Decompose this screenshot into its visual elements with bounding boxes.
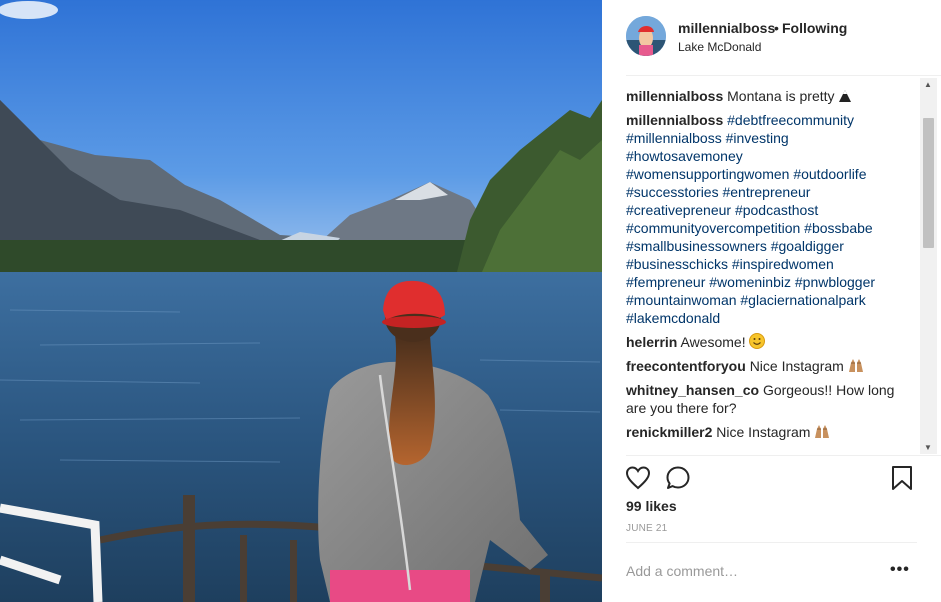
comment-box-divider	[626, 542, 917, 543]
comments-list: millennialboss Montana is pretty millenn…	[602, 78, 922, 454]
post-actions	[602, 458, 941, 498]
caption-text: Montana is pretty	[727, 88, 839, 104]
hashtag-link[interactable]: #businesschicks #inspiredwomen	[626, 255, 896, 273]
mountain-icon	[838, 89, 852, 107]
hashtag-link[interactable]: #womensupportingwomen #outdoorlife	[626, 165, 896, 183]
post-date[interactable]: JUNE 21	[626, 523, 667, 534]
comment-username[interactable]: renickmiller2	[626, 424, 712, 440]
comment-item: freecontentforyou Nice Instagram	[626, 357, 896, 377]
comment-text: Awesome!	[680, 334, 750, 350]
raised-hands-icon	[848, 357, 864, 377]
hashtag-link[interactable]: #smallbusinessowners #goaldigger	[626, 237, 896, 255]
comment-bubble-icon[interactable]	[664, 464, 692, 492]
hashtag-link[interactable]: #successtories #entrepreneur	[626, 183, 896, 201]
hashtag-link[interactable]: #mountainwoman #glaciernationalpark	[626, 291, 896, 309]
comment-username[interactable]: freecontentforyou	[626, 358, 746, 374]
add-comment-input[interactable]	[626, 556, 876, 586]
following-button[interactable]: Following	[782, 20, 847, 36]
likes-count[interactable]: 99 likes	[626, 498, 677, 514]
hashtag-link[interactable]: #debtfreecommunity	[727, 112, 854, 128]
comment-text: Nice Instagram	[749, 358, 848, 374]
avatar-image	[626, 16, 666, 56]
raised-hands-icon	[814, 423, 830, 443]
comment-username[interactable]: ...	[626, 448, 638, 454]
hashtag-link[interactable]: #creativepreneur #podcasthost	[626, 201, 896, 219]
comments-scrollbar[interactable]: ▲ ▼	[920, 78, 937, 454]
hashtag-link[interactable]: #communityovercompetition #bossbabe	[626, 219, 896, 237]
location-link[interactable]: Lake McDonald	[678, 40, 761, 54]
hashtag-link[interactable]: #howtosavemoney	[626, 147, 896, 165]
caption: millennialboss Montana is pretty	[626, 87, 896, 107]
header-username[interactable]: millennialboss	[678, 20, 775, 36]
bookmark-icon[interactable]	[888, 464, 916, 492]
scroll-up-arrow-icon[interactable]: ▲	[924, 80, 932, 89]
hashtag-comment-username[interactable]: millennialboss	[626, 112, 723, 128]
comment-item: helerrin Awesome!	[626, 333, 896, 353]
caption-username[interactable]: millennialboss	[626, 88, 723, 104]
scroll-thumb[interactable]	[923, 118, 934, 248]
more-options-icon[interactable]: •••	[890, 561, 910, 579]
comment-text: Nice Instagram	[716, 424, 815, 440]
post-side-panel: millennialboss • Following Lake McDonald…	[602, 0, 941, 602]
actions-divider	[626, 455, 941, 456]
hashtag-link[interactable]: #lakemcdonald	[626, 309, 896, 327]
header-divider	[626, 75, 941, 76]
header-separator: •	[774, 20, 779, 36]
hashtag-comment: millennialboss #debtfreecommunity #mille…	[626, 111, 896, 327]
post-photo[interactable]	[0, 0, 602, 602]
comment-username[interactable]: helerrin	[626, 334, 677, 350]
user-avatar[interactable]	[626, 16, 666, 56]
comment-item: whitney_hansen_co Gorgeous!! How long ar…	[626, 381, 896, 417]
comment-item-partial: ...	[626, 447, 896, 454]
smiley-icon	[749, 333, 766, 353]
hashtag-link[interactable]: #millennialboss #investing	[626, 129, 896, 147]
comment-username[interactable]: whitney_hansen_co	[626, 382, 759, 398]
hashtag-link[interactable]: #fempreneur #womeninbiz #pnwblogger	[626, 273, 896, 291]
heart-icon[interactable]	[624, 464, 652, 492]
lake-photo-illustration	[0, 0, 602, 602]
comment-item: renickmiller2 Nice Instagram	[626, 423, 896, 443]
scroll-down-arrow-icon[interactable]: ▼	[924, 443, 932, 452]
post-header: millennialboss • Following Lake McDonald	[602, 0, 941, 76]
